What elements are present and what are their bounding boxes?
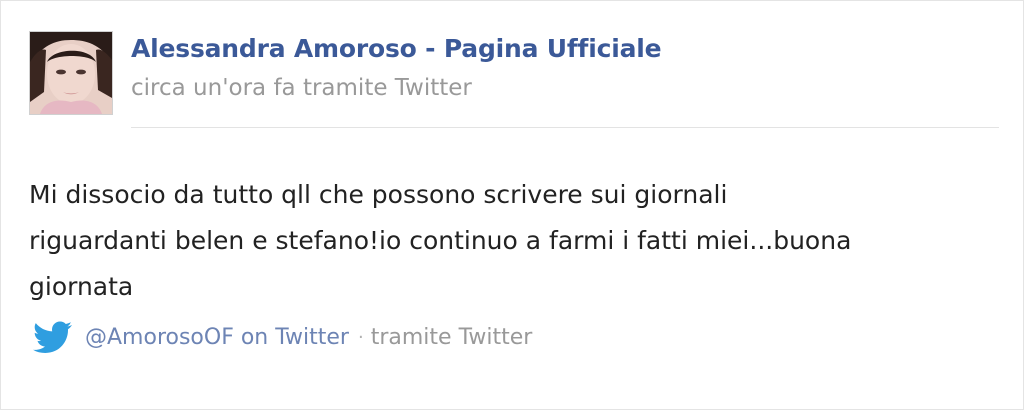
- twitter-bird-icon: [33, 321, 72, 353]
- via-twitter-link[interactable]: tramite Twitter: [371, 325, 533, 350]
- post-card: Alessandra Amoroso - Pagina Ufficiale ci…: [0, 0, 1024, 410]
- post-text: Mi dissocio da tutto qll che possono scr…: [29, 180, 852, 301]
- post-timestamp[interactable]: circa un'ora fa tramite Twitter: [131, 75, 472, 101]
- post-footer: @AmorosoOF on Twitter · tramite Twitter: [29, 319, 532, 355]
- twitter-profile-link[interactable]: @AmorosoOF on Twitter: [85, 325, 349, 350]
- divider: [131, 127, 999, 128]
- page-name-link[interactable]: Alessandra Amoroso - Pagina Ufficiale: [131, 34, 662, 63]
- separator-dot: ·: [357, 326, 364, 348]
- avatar[interactable]: [29, 31, 113, 115]
